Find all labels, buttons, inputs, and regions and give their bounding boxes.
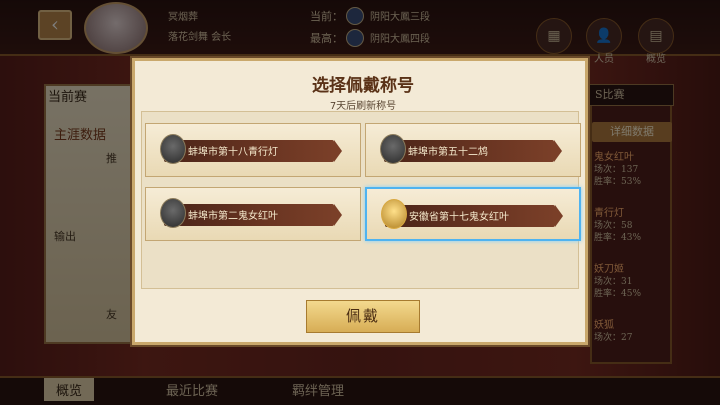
select-title-dialog: 选择佩戴称号 7天后刷新称号 蚌埠市第十八青行灯 蚌埠市第五十二鸩 蚌埠市第二鬼…: [132, 58, 588, 345]
rank-badge-icon: [160, 134, 186, 164]
title-option-label: 安徽省第十七鬼女红叶: [409, 212, 509, 223]
title-option-selected[interactable]: 安徽省第十七鬼女红叶: [365, 187, 581, 241]
rank-badge-icon: [160, 198, 186, 228]
title-option-label: 蚌埠市第二鬼女红叶: [188, 211, 278, 222]
title-option-label: 蚌埠市第五十二鸩: [408, 147, 488, 158]
wear-button[interactable]: 佩戴: [306, 300, 420, 333]
title-option-label: 蚌埠市第十八青行灯: [188, 147, 278, 158]
title-option[interactable]: 蚌埠市第五十二鸩: [365, 123, 581, 177]
gold-badge-icon: [381, 199, 407, 229]
dialog-title: 选择佩戴称号: [312, 76, 414, 96]
title-option[interactable]: 蚌埠市第二鬼女红叶: [145, 187, 361, 241]
title-option[interactable]: 蚌埠市第十八青行灯: [145, 123, 361, 177]
rank-badge-icon: [380, 134, 406, 164]
refresh-notice: 7天后刷新称号: [329, 101, 397, 112]
